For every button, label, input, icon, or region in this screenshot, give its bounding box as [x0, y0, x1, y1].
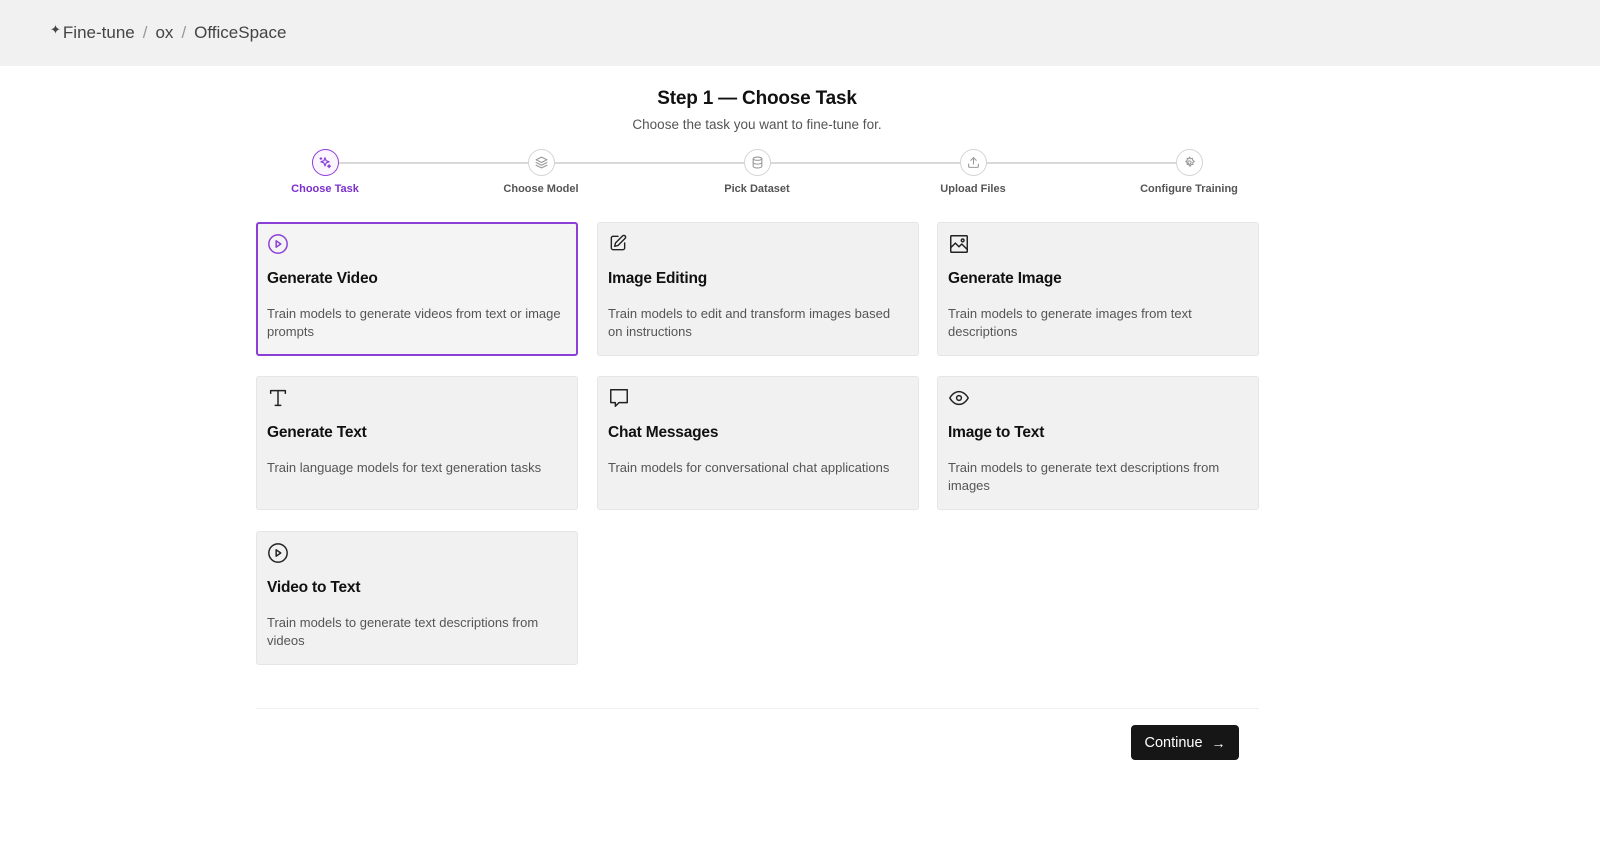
top-bar: ✦ Fine-tune / ox / OfficeSpace	[0, 0, 1600, 66]
upload-icon	[959, 149, 987, 176]
task-title: Generate Text	[267, 424, 367, 441]
breadcrumb-org[interactable]: ox	[155, 23, 173, 43]
step-label: Configure Training	[1140, 183, 1238, 195]
step-choose-model[interactable]: Choose Model	[471, 149, 611, 195]
task-description: Train language models for text generatio…	[267, 460, 542, 475]
step-label: Choose Model	[503, 183, 579, 195]
task-description: Train models to generate videos from tex…	[267, 306, 561, 339]
step-label: Pick Dataset	[724, 183, 790, 195]
image-icon	[948, 233, 970, 255]
task-description: Train models to generate text descriptio…	[267, 615, 539, 648]
step-label: Upload Files	[940, 183, 1006, 195]
breadcrumb-separator: /	[142, 23, 148, 42]
task-card-generate-text[interactable]: Generate Text Train language models for …	[256, 376, 578, 510]
play-circle-icon	[267, 542, 289, 564]
edit-icon	[608, 233, 630, 255]
step-pick-dataset[interactable]: Pick Dataset	[687, 149, 827, 195]
task-card-generate-image[interactable]: Generate Image Train models to generate …	[937, 222, 1259, 356]
eye-icon	[948, 387, 970, 409]
task-card-generate-video[interactable]: Generate Video Train models to generate …	[256, 222, 578, 356]
page-subtitle: Choose the task you want to fine-tune fo…	[632, 117, 882, 132]
page-title: Step 1 — Choose Task	[657, 88, 857, 109]
step-label: Choose Task	[291, 183, 359, 195]
task-title: Generate Video	[267, 270, 378, 287]
task-title: Chat Messages	[608, 424, 719, 441]
task-description: Train models to generate images from tex…	[948, 306, 1192, 339]
task-description: Train models to edit and transform image…	[608, 306, 891, 339]
task-card-image-to-text[interactable]: Image to Text Train models to generate t…	[937, 376, 1259, 510]
task-description: Train models for conversational chat app…	[608, 460, 890, 475]
type-icon	[267, 387, 289, 409]
page-header: Step 1 — Choose Task Choose the task you…	[0, 88, 1514, 132]
footer-divider	[256, 708, 1259, 709]
task-card-video-to-text[interactable]: Video to Text Train models to generate t…	[256, 531, 578, 665]
task-title: Video to Text	[267, 579, 361, 596]
task-card-chat-messages[interactable]: Chat Messages Train models for conversat…	[597, 376, 919, 510]
play-circle-icon	[267, 233, 289, 255]
step-upload-files[interactable]: Upload Files	[903, 149, 1043, 195]
database-icon	[743, 149, 771, 176]
breadcrumb: ✦ Fine-tune / ox / OfficeSpace	[50, 22, 286, 43]
message-square-icon	[608, 387, 630, 409]
arrow-right-icon: →	[1211, 734, 1226, 751]
task-title: Generate Image	[948, 270, 1062, 287]
task-title: Image Editing	[608, 270, 708, 287]
task-card-image-editing[interactable]: Image Editing Train models to edit and t…	[597, 222, 919, 356]
sparkle-icon: ✦	[50, 22, 61, 37]
breadcrumb-separator: /	[181, 23, 187, 42]
stepper: Choose Task Choose Model Pick Dataset Up…	[0, 149, 1600, 199]
breadcrumb-project[interactable]: OfficeSpace	[194, 23, 286, 43]
continue-button[interactable]: Continue →	[1131, 725, 1239, 760]
continue-label: Continue	[1144, 734, 1203, 751]
step-choose-task[interactable]: Choose Task	[255, 149, 395, 195]
sparkles-icon	[311, 149, 339, 176]
task-title: Image to Text	[948, 424, 1045, 441]
settings-icon	[1175, 149, 1203, 176]
step-configure-training[interactable]: Configure Training	[1119, 149, 1259, 195]
task-description: Train models to generate text descriptio…	[948, 460, 1220, 493]
breadcrumb-fine-tune[interactable]: Fine-tune	[63, 23, 135, 43]
layers-icon	[527, 149, 555, 176]
